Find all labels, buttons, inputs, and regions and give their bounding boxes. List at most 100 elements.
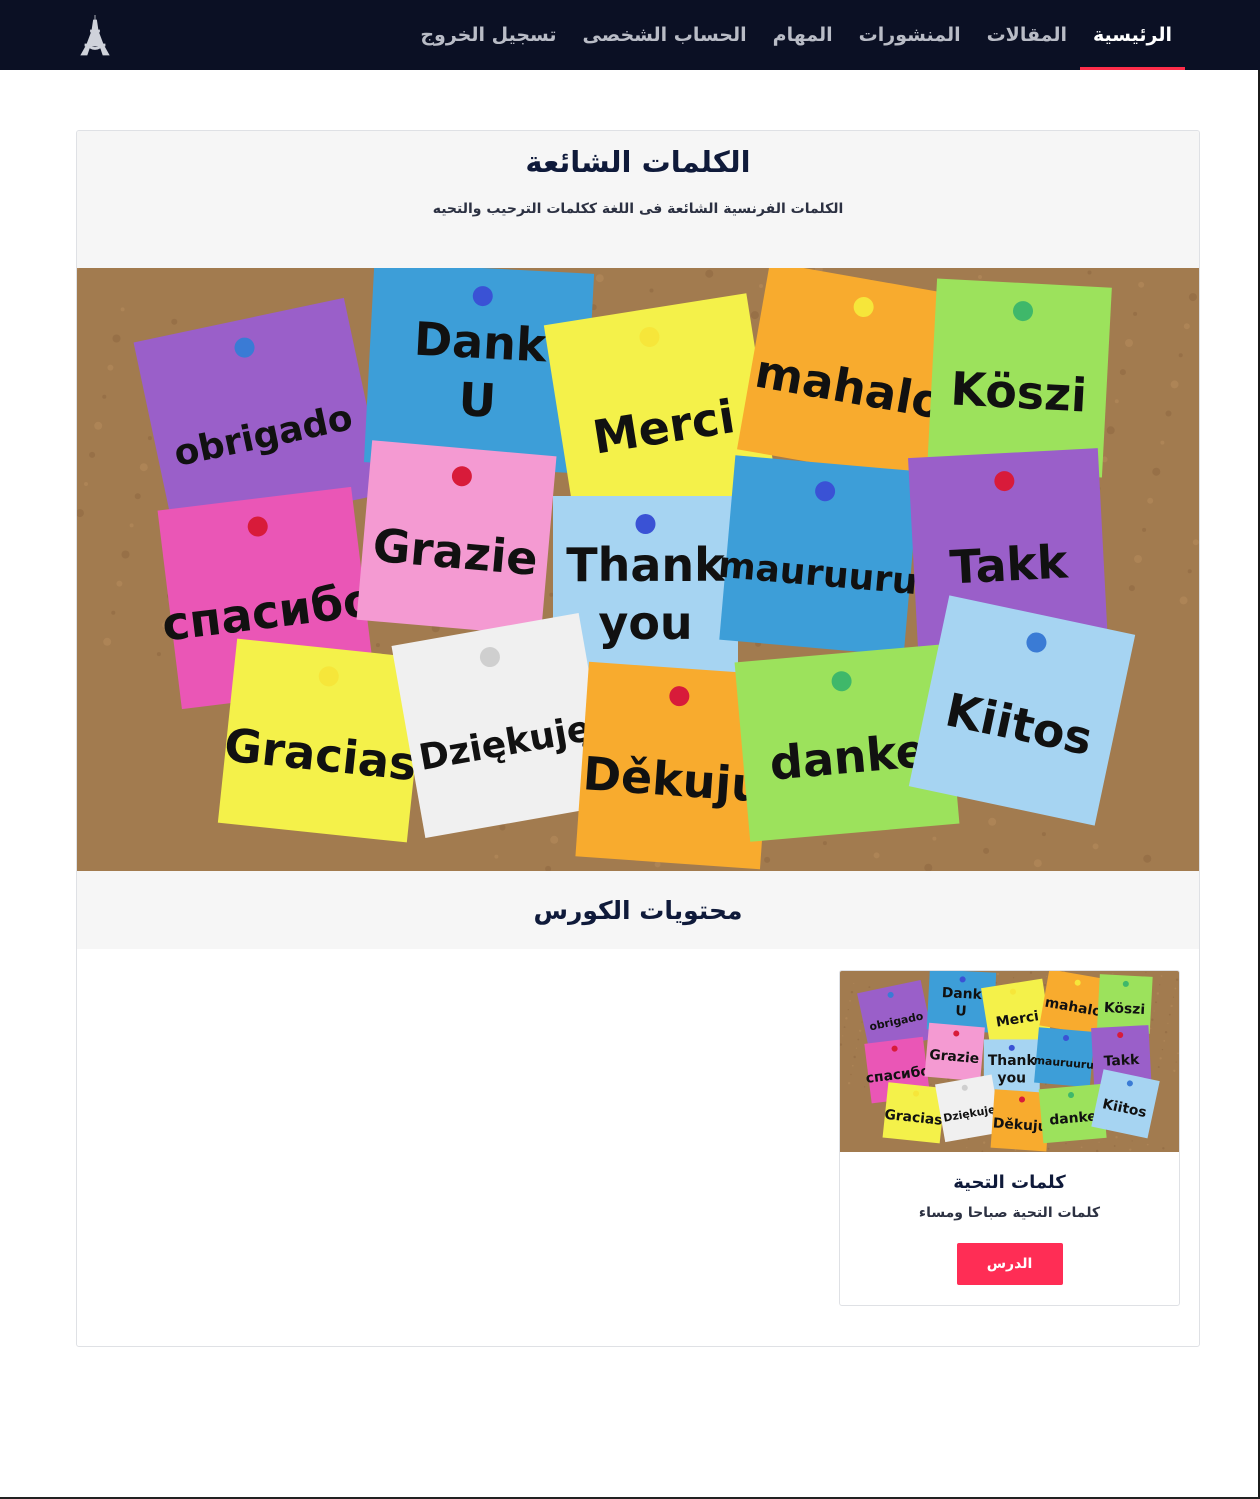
nav-item-posts[interactable]: المنشورات: [846, 0, 974, 70]
thumb-cork-speckle: [967, 1138, 970, 1140]
nav-item-tasks[interactable]: المهام: [760, 0, 846, 70]
hero-cork-speckle: [1134, 555, 1142, 563]
lesson-card[interactable]: obrigado Dank U Merci mahalo Köszi спасибо Graz…: [839, 970, 1180, 1306]
hero-cork-speckle: [978, 275, 982, 279]
hero-cork-speckle: [89, 451, 96, 458]
hero-cork-speckle: [103, 637, 112, 646]
thumb-cork-speckle: [1146, 1143, 1149, 1146]
thumb-cork-speckle: [850, 990, 854, 994]
hero-image: obrigado Dank U Merci mahalo Köszi спасибо Graz…: [77, 268, 1199, 871]
hero-cork-speckle: [1125, 339, 1133, 347]
hero-cork-speckle: [705, 269, 714, 278]
thumb-cork-speckle: [996, 972, 1000, 976]
thumb-cork-speckle: [1175, 1061, 1177, 1063]
thumb-cork-speckle: [1145, 971, 1147, 973]
thumb-cork-speckle: [1151, 1018, 1154, 1021]
lesson-description: كلمات التحية صباحا ومساء: [918, 1205, 1101, 1221]
hero-cork-speckle: [549, 592, 554, 597]
hero-cork-speckle: [116, 580, 123, 587]
hero-cork-speckle: [171, 318, 178, 325]
hero-cork-speckle: [1119, 369, 1126, 376]
eiffel-tower-icon[interactable]: [78, 14, 112, 56]
hero-cork-speckle: [1187, 569, 1192, 574]
hero-cork-speckle: [1092, 843, 1099, 850]
thumb-cork-speckle: [845, 1017, 848, 1020]
thumb-cork-speckle: [868, 986, 871, 989]
hero-cork-speckle: [499, 824, 506, 831]
thumb-cork-speckle: [1161, 1049, 1164, 1051]
thumb-cork-speckle: [853, 982, 855, 985]
thumb-cork-speckle: [1155, 1001, 1157, 1004]
thumb-cork-speckle: [1167, 1022, 1169, 1025]
hero-cork-speckle: [654, 861, 661, 868]
hero-cork-speckle: [1114, 399, 1119, 404]
hero-cork-speckle: [156, 652, 161, 657]
hero-cork-speckle: [1143, 854, 1152, 863]
course-card: الكلمات الشائعة الكلمات الفرنسية الشائعة…: [76, 130, 1200, 1347]
hero-cork-speckle: [983, 847, 990, 854]
thumb-cork-speckle: [855, 1047, 858, 1049]
hero-cork-speckle: [494, 854, 499, 859]
nav-item-articles[interactable]: المقالات: [974, 0, 1080, 70]
hero-cork-speckle: [1165, 410, 1172, 417]
hero-cork-speckle: [94, 421, 103, 430]
thumb-cork-speckle: [1080, 1146, 1083, 1149]
thumb-cork-speckle: [1115, 1136, 1118, 1139]
thumb-cork-speckle: [1163, 1039, 1166, 1042]
hero-note-word: you: [598, 596, 692, 650]
thumb-cork-speckle: [1159, 984, 1161, 986]
nav-item-logout[interactable]: تسجيل الخروج: [407, 0, 569, 70]
thumb-sticky-note: Grazie: [924, 1022, 985, 1082]
hero-cork-speckle: [932, 836, 937, 841]
thumb-sticky-note: mauruuru: [1033, 1027, 1095, 1088]
thumb-cork-speckle: [857, 1038, 860, 1041]
thumb-sticky-note: Kiitos: [1091, 1069, 1160, 1139]
hero-cork-speckle: [1152, 467, 1161, 476]
hero-cork-speckle: [121, 550, 130, 559]
course-contents-bar: محتويات الكورس: [77, 871, 1199, 949]
thumb-cork-speckle: [1043, 983, 1047, 987]
nav-item-profile[interactable]: الحساب الشخصى: [570, 0, 760, 70]
thumb-cork-speckle: [864, 1086, 866, 1088]
lesson-title[interactable]: كلمات التحية: [840, 1172, 1179, 1193]
thumb-note-word: Thank: [988, 1053, 1037, 1069]
hero-cork-speckle: [550, 835, 559, 844]
hero-cork-speckle: [84, 482, 88, 486]
hero-note-word: Thank: [566, 538, 726, 592]
hero-cork-speckle: [759, 284, 763, 288]
thumb-cork-speckle: [1098, 1141, 1100, 1143]
thumb-cork-speckle: [1047, 1147, 1050, 1150]
hero-cork-speckle: [1138, 281, 1145, 288]
thumb-cork-speckle: [1168, 1013, 1171, 1016]
thumb-cork-speckle: [982, 1141, 986, 1144]
thumb-cork-speckle: [850, 1073, 852, 1076]
hero-note-word: Dank: [413, 312, 550, 373]
course-header: الكلمات الشائعة الكلمات الفرنسية الشائعة…: [77, 131, 1199, 268]
thumb-cork-speckle: [930, 1083, 932, 1085]
thumb-cork-speckle: [1029, 971, 1033, 974]
thumb-cork-speckle: [1164, 1030, 1168, 1034]
hero-sticky-note: mauruuru: [717, 455, 920, 656]
hero-cork-speckle: [147, 436, 152, 441]
thumb-sticky-note: Köszi: [1096, 974, 1153, 1034]
thumb-cork-speckle: [849, 999, 851, 1002]
nav-item-home[interactable]: الرئيسية: [1080, 0, 1185, 70]
thumb-note-word: Dank: [941, 985, 983, 1003]
thumb-note-word: Takk: [1103, 1052, 1140, 1070]
hero-cork-speckle: [1160, 440, 1165, 445]
hero-cork-speckle: [595, 274, 604, 283]
lesson-button[interactable]: الدرس: [956, 1243, 1063, 1285]
thumb-cork-speckle: [1172, 996, 1175, 998]
lesson-thumbnail[interactable]: obrigado Dank U Merci mahalo Köszi спасибо Graz…: [840, 971, 1179, 1152]
hero-pushpin-icon: [635, 514, 656, 534]
hero-cork-speckle: [1178, 353, 1183, 358]
hero-cork-speckle: [1033, 859, 1042, 868]
hero-note-word: Takk: [949, 534, 1071, 594]
thumb-cork-speckle: [966, 1147, 968, 1149]
thumb-cork-speckle: [1065, 1143, 1067, 1145]
hero-cork-speckle: [1188, 293, 1197, 302]
hero-cork-speckle: [1147, 497, 1154, 504]
thumb-cork-speckle: [1012, 977, 1015, 979]
thumb-cork-speckle: [1174, 987, 1177, 990]
hero-sticky-note: Grazie: [356, 440, 557, 636]
